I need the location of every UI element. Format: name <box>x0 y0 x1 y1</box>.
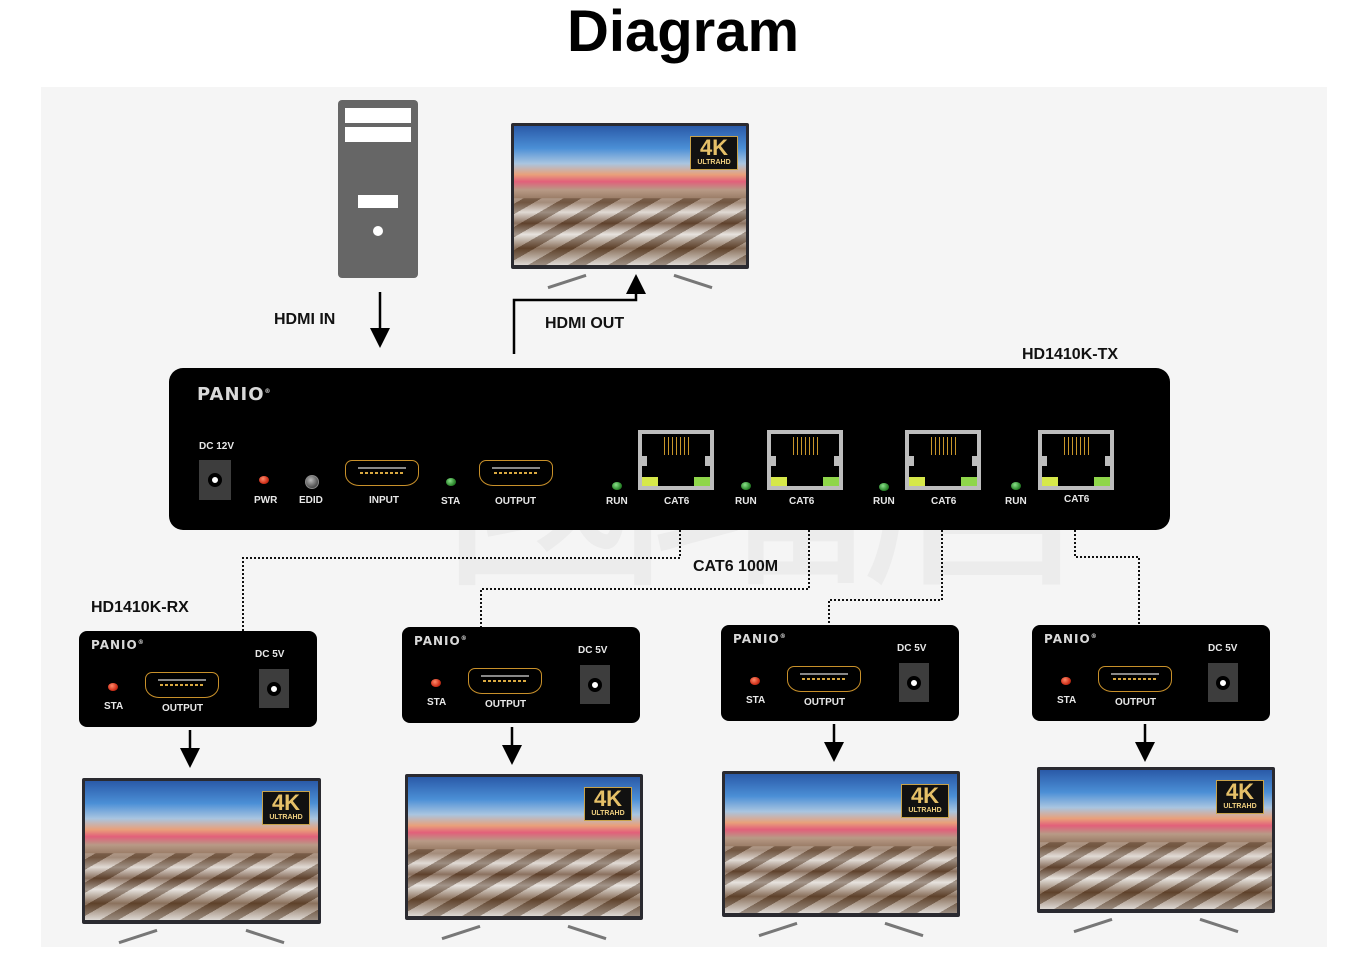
tv-frame: 4K ULTRAHD <box>722 771 960 917</box>
tv-screen: 4K ULTRAHD <box>725 774 957 913</box>
cat6-label-2: CAT6 <box>789 496 815 507</box>
tx-model-label: HD1410K-TX <box>1022 346 1119 363</box>
cat6-label-1: CAT6 <box>664 496 690 507</box>
receiver-device-4: PANIO® STA OUTPUT DC 5V <box>1032 625 1270 721</box>
cat6-label-3: CAT6 <box>931 496 957 507</box>
tv-frame: 4K ULTRAHD <box>405 774 643 920</box>
sta-led <box>446 478 456 486</box>
hdmi-output-port[interactable] <box>145 672 219 698</box>
output-label: OUTPUT <box>1115 697 1157 708</box>
cat6-port-3[interactable] <box>905 430 981 490</box>
hdmi-input-port[interactable] <box>345 460 419 486</box>
dc-power-jack <box>199 460 231 500</box>
run-label-4: RUN <box>1005 496 1027 507</box>
brand-logo: PANIO® <box>1044 632 1098 646</box>
dc-power-label: DC 5V <box>897 643 927 654</box>
4k-badge-icon: 4K ULTRAHD <box>584 787 632 821</box>
dc-power-jack <box>899 663 929 702</box>
4k-badge-icon: 4K ULTRAHD <box>901 784 949 818</box>
sta-led <box>1061 677 1071 685</box>
run-led-4 <box>1011 482 1021 490</box>
tv-display-2: 4K ULTRAHD <box>405 774 643 941</box>
sta-led <box>108 683 118 691</box>
disc-slot <box>358 195 398 208</box>
4k-badge-icon: 4K ULTRAHD <box>262 791 310 825</box>
dc-power-label: DC 5V <box>1208 643 1238 654</box>
hdmi-output-port[interactable] <box>1098 666 1172 692</box>
dc-power-jack <box>259 669 289 708</box>
run-led-1 <box>612 482 622 490</box>
cat6-run-4 <box>1074 530 1140 625</box>
output-label: OUTPUT <box>804 697 846 708</box>
drive-bay <box>345 108 411 123</box>
rx-model-label: HD1410K-RX <box>91 599 189 616</box>
pwr-label: PWR <box>254 495 278 506</box>
tv-display-4: 4K ULTRAHD <box>1037 767 1275 934</box>
run-label-3: RUN <box>873 496 895 507</box>
pwr-led <box>259 476 269 484</box>
receiver-device-2: PANIO® STA OUTPUT DC 5V <box>402 627 640 723</box>
cable-length-label: CAT6 100M <box>693 558 779 575</box>
sta-label: STA <box>746 695 766 706</box>
hdmi-out-label: HDMI OUT <box>545 315 625 332</box>
tv-screen: 4K ULTRAHD <box>408 777 640 916</box>
input-label: INPUT <box>369 495 399 506</box>
sta-label: STA <box>1057 695 1077 706</box>
sta-led <box>431 679 441 687</box>
receiver-device-3: PANIO® STA OUTPUT DC 5V <box>721 625 959 721</box>
4k-badge-icon: 4K ULTRAHD <box>690 136 738 170</box>
cat6-port-1[interactable] <box>638 430 714 490</box>
output-label: OUTPUT <box>485 699 527 710</box>
dc-power-jack <box>1208 663 1238 702</box>
brand-logo: PANIO® <box>733 632 787 646</box>
cat6-port-4[interactable] <box>1038 430 1114 490</box>
sta-label: STA <box>104 701 124 712</box>
run-led-3 <box>879 483 889 491</box>
edid-switch[interactable] <box>305 475 319 489</box>
receiver-device-1: PANIO® STA OUTPUT DC 5V <box>79 631 317 727</box>
run-led-2 <box>741 482 751 490</box>
drive-bay <box>345 127 411 142</box>
tv-screen: 4K ULTRAHD <box>514 126 746 265</box>
tv-display-main: 4K ULTRAHD <box>511 123 749 290</box>
tv-display-3: 4K ULTRAHD <box>722 771 960 938</box>
dc-power-label: DC 5V <box>255 649 285 660</box>
hdmi-output-port[interactable] <box>468 668 542 694</box>
output-label: OUTPUT <box>495 496 537 507</box>
tv-screen: 4K ULTRAHD <box>85 781 318 920</box>
cat6-run-1 <box>242 530 681 631</box>
dc-power-label: DC 5V <box>578 645 608 656</box>
cat6-port-2[interactable] <box>767 430 843 490</box>
hdmi-in-label: HDMI IN <box>274 311 336 328</box>
pc-tower-icon <box>338 100 418 278</box>
transmitter-device: PANIO® DC 12V PWR EDID INPUT STA OUTPUT … <box>169 368 1170 530</box>
hdmi-output-port[interactable] <box>479 460 553 486</box>
cat6-label-4: CAT6 <box>1064 494 1090 505</box>
4k-badge-icon: 4K ULTRAHD <box>1216 780 1264 814</box>
sta-led <box>750 677 760 685</box>
run-label-1: RUN <box>606 496 628 507</box>
tv-frame: 4K ULTRAHD <box>511 123 749 269</box>
edid-label: EDID <box>299 495 323 506</box>
dc-power-jack <box>580 665 610 704</box>
tv-frame: 4K ULTRAHD <box>1037 767 1275 913</box>
sta-label: STA <box>441 496 461 507</box>
dc-power-label: DC 12V <box>199 441 235 452</box>
brand-logo: PANIO® <box>91 638 145 652</box>
cat6-run-3 <box>828 530 943 625</box>
cat6-run-2 <box>480 530 810 627</box>
sta-label: STA <box>427 697 447 708</box>
run-label-2: RUN <box>735 496 757 507</box>
hdmi-output-port[interactable] <box>787 666 861 692</box>
output-label: OUTPUT <box>162 703 204 714</box>
tv-frame: 4K ULTRAHD <box>82 778 321 924</box>
brand-logo: PANIO® <box>197 384 272 405</box>
brand-logo: PANIO® <box>414 634 468 648</box>
tv-display-1: 4K ULTRAHD <box>82 778 321 945</box>
power-button-icon <box>373 226 383 236</box>
tv-screen: 4K ULTRAHD <box>1040 770 1272 909</box>
